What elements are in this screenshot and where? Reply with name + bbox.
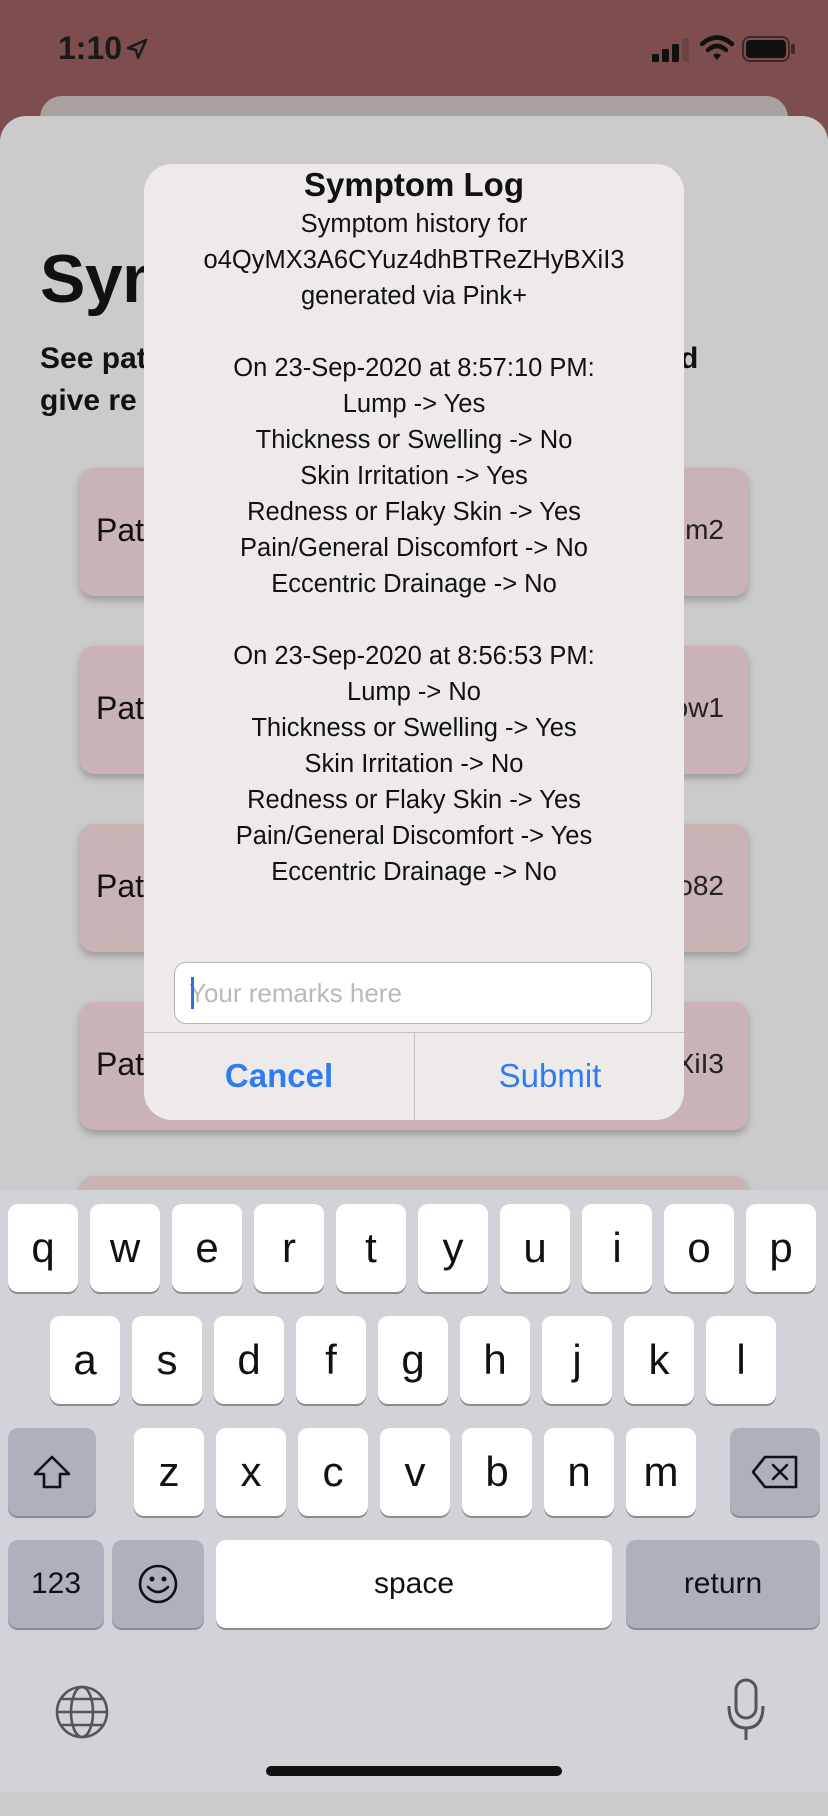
- alert-message-line: o4QyMX3A6CYuz4dhBTReZHyBXiI3: [203, 246, 625, 274]
- patient-card-label: Pat: [96, 512, 145, 548]
- status-time: 1:10: [58, 30, 123, 66]
- letter-key[interactable]: u: [500, 1204, 570, 1292]
- submit-button[interactable]: Submit: [415, 1032, 684, 1120]
- letter-key[interactable]: a: [50, 1316, 120, 1404]
- symptom-log-alert: Symptom Log Symptom history for o4QyMX3A6…: [144, 164, 684, 1120]
- letter-key[interactable]: p: [746, 1204, 816, 1292]
- letter-key[interactable]: z: [134, 1428, 204, 1516]
- letter-key[interactable]: h: [460, 1316, 530, 1404]
- emoji-key[interactable]: [112, 1540, 204, 1628]
- letter-key[interactable]: l: [706, 1316, 776, 1404]
- alert-message-line: Lump -> Yes: [342, 390, 486, 418]
- cellular-signal-icon: [652, 38, 689, 62]
- patient-card-label: Pat: [96, 1046, 145, 1082]
- letter-key[interactable]: x: [216, 1428, 286, 1516]
- alert-message-line: Symptom history for: [300, 210, 528, 238]
- globe-icon[interactable]: [54, 1684, 110, 1740]
- alert-message-line: Pain/General Discomfort -> Yes: [235, 822, 593, 850]
- shift-icon: [33, 1455, 71, 1489]
- text-cursor: [191, 977, 194, 1009]
- letter-key[interactable]: y: [418, 1204, 488, 1292]
- letter-key[interactable]: v: [380, 1428, 450, 1516]
- patient-card-id: m2: [685, 514, 724, 545]
- alert-message-line: generated via Pink+: [300, 282, 528, 310]
- remarks-input[interactable]: [174, 962, 652, 1024]
- alert-message: Symptom history for o4QyMX3A6CYuz4dhBTReZ…: [144, 206, 684, 890]
- letter-key[interactable]: d: [214, 1316, 284, 1404]
- backspace-icon: [751, 1455, 798, 1489]
- alert-title: Symptom Log: [304, 166, 524, 203]
- alert-message-line: [144, 602, 684, 638]
- status-bar: 1:10: [0, 0, 828, 100]
- shift-key[interactable]: [8, 1428, 96, 1516]
- letter-key[interactable]: n: [544, 1428, 614, 1516]
- alert-message-line: Eccentric Drainage -> No: [271, 858, 557, 886]
- letter-key[interactable]: e: [172, 1204, 242, 1292]
- patient-card-label: Pat: [96, 690, 145, 726]
- emoji-icon: [138, 1564, 178, 1604]
- letter-key[interactable]: f: [296, 1316, 366, 1404]
- alert-message-line: Thickness or Swelling -> No: [255, 426, 573, 454]
- alert-message-line: [144, 314, 684, 350]
- letter-key[interactable]: m: [626, 1428, 696, 1516]
- microphone-icon[interactable]: [726, 1678, 766, 1742]
- alert-message-line: On 23-Sep-2020 at 8:57:10 PM:: [233, 354, 595, 382]
- alert-message-line: Pain/General Discomfort -> No: [240, 534, 588, 562]
- location-arrow-icon: [126, 38, 148, 60]
- letter-key[interactable]: t: [336, 1204, 406, 1292]
- return-key[interactable]: return: [626, 1540, 820, 1628]
- letter-key[interactable]: j: [542, 1316, 612, 1404]
- letter-key[interactable]: s: [132, 1316, 202, 1404]
- letter-key[interactable]: w: [90, 1204, 160, 1292]
- alert-message-line: Lump -> No: [347, 678, 481, 706]
- patient-card-id: o82: [677, 870, 724, 901]
- letter-key[interactable]: o: [664, 1204, 734, 1292]
- letter-key[interactable]: r: [254, 1204, 324, 1292]
- letter-key[interactable]: c: [298, 1428, 368, 1516]
- letter-key[interactable]: b: [462, 1428, 532, 1516]
- patient-card-label: Pat: [96, 868, 145, 904]
- letter-key[interactable]: i: [582, 1204, 652, 1292]
- alert-message-line: Redness or Flaky Skin -> Yes: [247, 498, 581, 526]
- alert-message-line: Skin Irritation -> No: [304, 750, 524, 778]
- letter-key[interactable]: k: [624, 1316, 694, 1404]
- cancel-button[interactable]: Cancel: [144, 1032, 414, 1120]
- alert-message-line: Skin Irritation -> Yes: [300, 462, 528, 490]
- numbers-key[interactable]: 123: [8, 1540, 104, 1628]
- space-key[interactable]: space: [216, 1540, 612, 1628]
- alert-message-line: Eccentric Drainage -> No: [271, 570, 557, 598]
- delete-key[interactable]: [730, 1428, 820, 1516]
- subtitle-line1: See pat: [40, 342, 147, 375]
- alert-message-line: Redness or Flaky Skin -> Yes: [247, 786, 581, 814]
- alert-message-line: On 23-Sep-2020 at 8:56:53 PM:: [233, 642, 595, 670]
- battery-icon: [742, 36, 795, 62]
- letter-key[interactable]: g: [378, 1316, 448, 1404]
- letter-key[interactable]: q: [8, 1204, 78, 1292]
- wifi-icon: [700, 35, 734, 60]
- alert-message-line: Thickness or Swelling -> Yes: [251, 714, 577, 742]
- home-indicator: [266, 1766, 562, 1776]
